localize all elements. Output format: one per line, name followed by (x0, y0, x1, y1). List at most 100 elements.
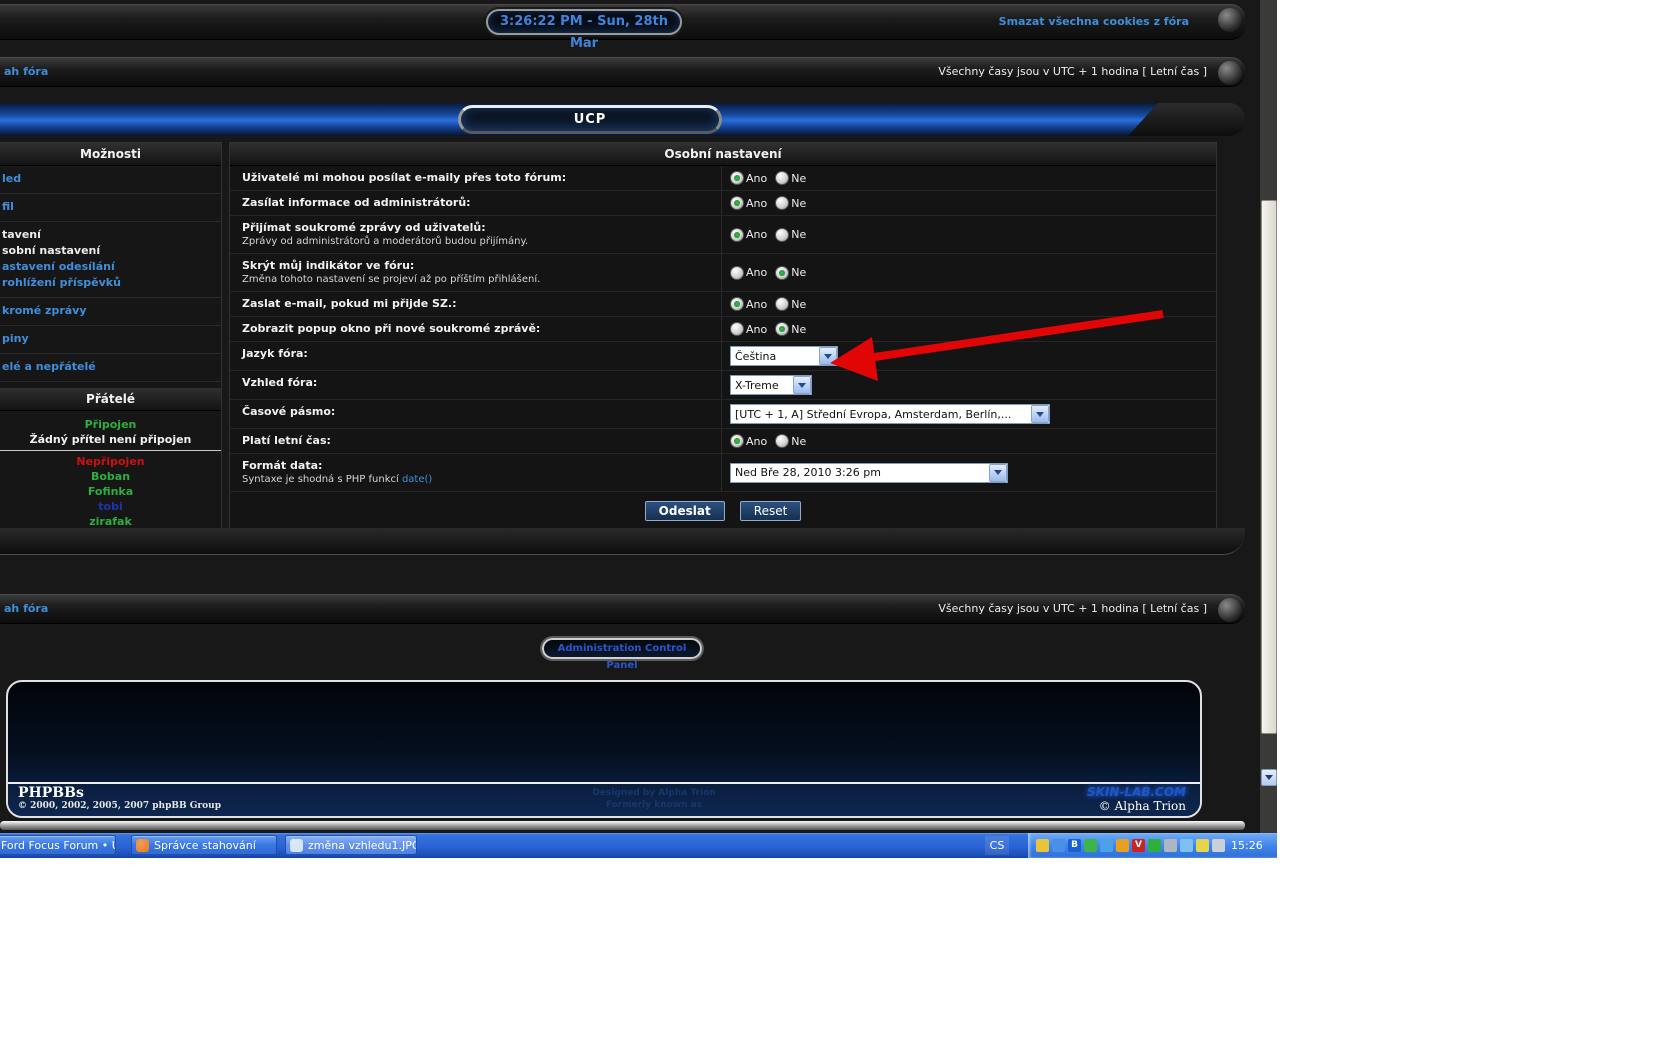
sidebar: Možnosti ledfiltavenísobní nastaveníasta… (0, 142, 222, 538)
network-icon[interactable] (1180, 839, 1193, 852)
friend-name[interactable]: zirafak (0, 514, 221, 529)
alpha-trion-credit: © Alpha Trion (1087, 799, 1186, 813)
options-group: kromé zprávy (0, 298, 221, 326)
server-time-pill: 3:26:22 PM - Sun, 28th Mar (486, 9, 682, 35)
setting-label: Časové pásmo: (242, 405, 711, 419)
board-index-link-bottom[interactable]: ah fóra (4, 602, 48, 615)
scrollbar-down-button[interactable] (1261, 769, 1277, 786)
scrollbar-thumb[interactable] (1261, 200, 1277, 734)
no-friends-online-text: Žádný přítel není připojen (0, 432, 221, 447)
offline-friends: BobanFofinkatobizirafak (0, 469, 221, 529)
sidebar-item[interactable]: astavení odesílání (2, 259, 219, 275)
usb-icon[interactable] (1084, 839, 1097, 852)
radio-no[interactable] (775, 322, 789, 336)
breadcrumb-bar-top: ah fóra Všechny časy jsou v UTC + 1 hodi… (0, 57, 1245, 87)
scheduler-icon[interactable] (1052, 839, 1065, 852)
setting-control-cell: AnoNe (721, 166, 1216, 190)
radio-yes[interactable] (730, 434, 744, 448)
sidebar-item[interactable]: elé a nepřátelé (2, 359, 219, 375)
sidebar-item: sobní nastavení (2, 243, 219, 259)
delete-cookies-link[interactable]: Smazat všechna cookies z fóra (999, 15, 1189, 28)
dropdown-select[interactable]: Ned Bře 28, 2010 3:26 pm (730, 463, 1008, 483)
app-icon (290, 839, 303, 852)
dropdown-select[interactable]: Čeština (730, 346, 838, 366)
language-indicator[interactable]: CS (985, 836, 1009, 855)
top-bar: 3:26:22 PM - Sun, 28th Mar Smazat všechn… (0, 4, 1245, 40)
phpbb-copyright: © 2000, 2002, 2005, 2007 phpBB Group (18, 801, 221, 811)
radio-no[interactable] (775, 171, 789, 185)
ucp-title-button[interactable]: UCP (458, 105, 722, 134)
dropdown-value: X-Treme (731, 379, 793, 392)
bluetooth-icon[interactable]: B (1068, 839, 1081, 852)
acp-button[interactable]: Administration Control Panel (542, 638, 702, 659)
setting-control-cell: Ano Ne (721, 292, 1216, 316)
sidebar-item[interactable]: led (2, 171, 219, 187)
sidebar-item[interactable]: rohlížení příspěvků (2, 275, 219, 291)
panel-title: Osobní nastavení (230, 143, 1216, 166)
radio-label: Ano (746, 197, 767, 210)
settings-row: Vzhled fóra:X-Treme (230, 371, 1216, 400)
chevron-down-icon (989, 464, 1007, 482)
friends-offline-label: Nepřipojen (0, 454, 221, 469)
sidebar-item[interactable]: kromé zprávy (2, 303, 219, 319)
antivirus-icon[interactable]: V (1132, 839, 1145, 852)
radio-label: Ano (746, 298, 767, 311)
settings-row: Zasílat informace od administrátorů: Ano N… (230, 191, 1216, 216)
volume-icon[interactable] (1164, 839, 1177, 852)
radio-yes[interactable] (730, 196, 744, 210)
setting-control-cell: AnoNe (721, 429, 1216, 453)
setting-control-cell: Ano Ne (721, 191, 1216, 215)
radio-yes[interactable] (730, 266, 744, 280)
dropdown-select[interactable]: [UTC + 1, A] Střední Evropa, Amsterdam, … (730, 404, 1050, 424)
options-group: led (0, 166, 221, 194)
footer-center: Designed by Alpha Trion Formerly known a… (221, 784, 1087, 816)
radio-label: Ne (791, 298, 806, 311)
radio-label: Ne (791, 197, 806, 210)
setting-label: Uživatelé mi mohou posílat e-maily přes … (242, 171, 711, 185)
radio-yes[interactable] (730, 322, 744, 336)
dropdown-value: Čeština (731, 350, 819, 363)
setting-label: Formát data: (242, 459, 711, 473)
radio-no[interactable] (775, 297, 789, 311)
radio-no[interactable] (775, 228, 789, 242)
timezone-text-bottom: Všechny časy jsou v UTC + 1 hodina [ Let… (938, 602, 1207, 615)
settings-row: Formát data:Syntaxe je shodná s PHP funk… (230, 454, 1216, 492)
wifi-icon[interactable] (1212, 839, 1225, 852)
dropdown-style[interactable]: X-Treme (730, 375, 812, 395)
shield-icon[interactable] (1036, 839, 1049, 852)
radio-no[interactable] (775, 196, 789, 210)
radio-no[interactable] (775, 434, 789, 448)
submit-button[interactable]: Odeslat (645, 501, 725, 521)
taskbar-button[interactable]: změna vzhledu1.JPG ... (285, 835, 417, 855)
taskbar-button[interactable]: Správce stahování (131, 835, 277, 855)
board-index-link[interactable]: ah fóra (4, 65, 48, 78)
reset-button[interactable]: Reset (740, 501, 802, 521)
radio-yes[interactable] (730, 171, 744, 185)
browser-scrollbar[interactable] (1260, 0, 1277, 833)
chevron-down-icon (793, 376, 811, 394)
setting-label-cell: Zobrazit popup okno při nové soukromé zp… (230, 317, 721, 341)
update-icon[interactable] (1116, 839, 1129, 852)
messenger-icon[interactable] (1148, 839, 1161, 852)
security-icon[interactable] (1196, 839, 1209, 852)
setting-label-cell: Časové pásmo: (230, 400, 721, 428)
forum-page: 3:26:22 PM - Sun, 28th Mar Smazat všechn… (0, 0, 1260, 833)
display-icon[interactable] (1100, 839, 1113, 852)
radio-yes[interactable] (730, 228, 744, 242)
date-function-link[interactable]: date() (402, 474, 432, 485)
radio-yes[interactable] (730, 297, 744, 311)
sidebar-item[interactable]: piny (2, 331, 219, 347)
setting-label-cell: Přijímat soukromé zprávy od uživatelů:Zp… (230, 216, 721, 253)
timezone-text: Všechny časy jsou v UTC + 1 hodina [ Let… (938, 65, 1207, 78)
sidebar-item[interactable]: fil (2, 199, 219, 215)
friend-name[interactable]: tobi (0, 499, 221, 514)
friends-online-label: Připojen (0, 417, 221, 432)
setting-label-cell: Zasílat informace od administrátorů: (230, 191, 721, 215)
radio-no[interactable] (775, 266, 789, 280)
system-tray: BV 15:26 (1028, 833, 1277, 858)
friend-name[interactable]: Fofinka (0, 484, 221, 499)
settings-rows: Uživatelé mi mohou posílat e-maily přes … (230, 166, 1216, 492)
taskbar-button[interactable]: Ford Focus Forum • U... (0, 835, 116, 855)
footer-left: PHPBBs © 2000, 2002, 2005, 2007 phpBB Gr… (8, 784, 221, 816)
friend-name[interactable]: Boban (0, 469, 221, 484)
